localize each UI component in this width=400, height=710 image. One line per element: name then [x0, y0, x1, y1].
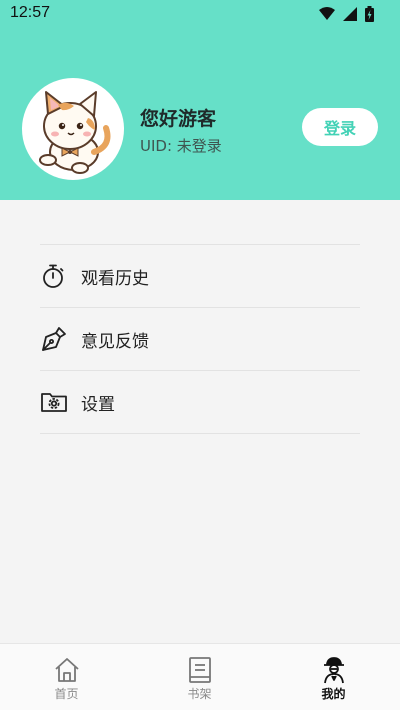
tab-label: 书架	[187, 687, 212, 701]
pen-icon	[40, 325, 68, 353]
user-name: 您好游客	[140, 108, 217, 130]
menu-item-history[interactable]: 观看历史	[40, 245, 360, 308]
status-icons	[319, 6, 374, 22]
status-bar: 12:57	[0, 0, 400, 28]
bottom-tab-bar: 首页 书架 我的	[0, 643, 400, 710]
cat-avatar-icon	[39, 91, 111, 174]
avatar[interactable]	[22, 78, 124, 180]
battery-icon	[365, 6, 374, 22]
login-button[interactable]: 登录	[302, 108, 378, 146]
signal-icon	[343, 7, 357, 21]
tab-label: 首页	[54, 687, 79, 701]
menu-item-feedback[interactable]: 意见反馈	[40, 308, 360, 371]
menu-item-settings[interactable]: 设置	[40, 371, 360, 434]
user-uid: UID: 未登录	[140, 137, 222, 155]
menu-item-label: 观看历史	[81, 268, 149, 289]
wifi-icon	[319, 7, 335, 20]
menu-item-label: 意见反馈	[81, 331, 149, 352]
settings-folder-icon	[40, 388, 68, 416]
status-time: 12:57	[10, 4, 51, 21]
stopwatch-icon	[40, 262, 68, 290]
tab-mine[interactable]: 我的	[267, 644, 400, 710]
menu-list: 观看历史 意见反馈 设置	[40, 244, 360, 434]
home-icon	[53, 656, 81, 684]
profile-icon	[320, 656, 348, 684]
bookshelf-icon	[186, 656, 214, 684]
tab-bookshelf[interactable]: 书架	[133, 644, 266, 710]
menu-item-label: 设置	[81, 394, 115, 415]
tab-home[interactable]: 首页	[0, 644, 133, 710]
profile-header: 12:57 您好游客 UID: 未登录 登录	[0, 0, 400, 200]
tab-label: 我的	[321, 687, 346, 701]
